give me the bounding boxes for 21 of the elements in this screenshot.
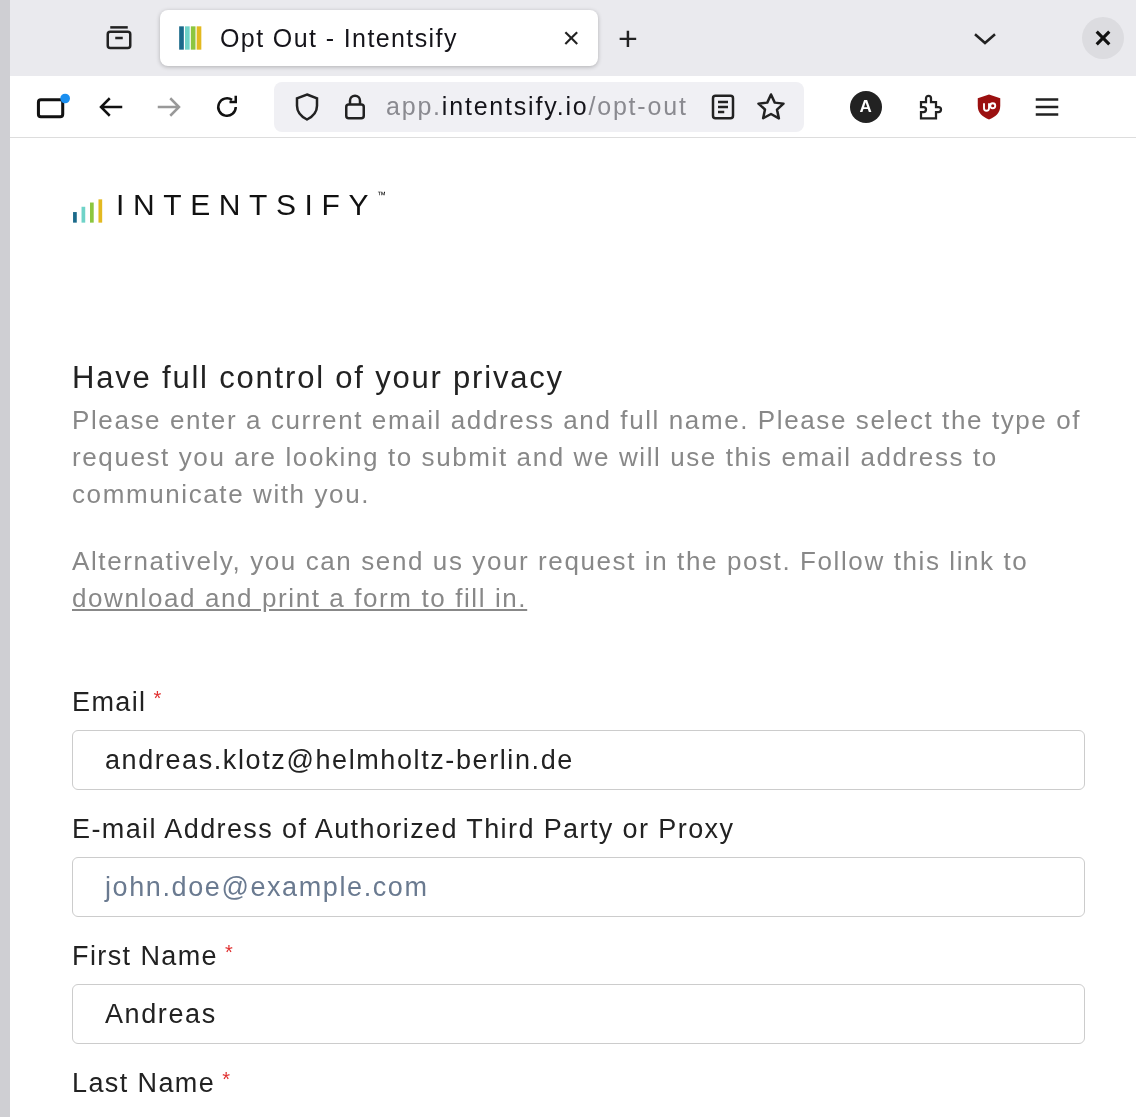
trademark-sign: ™ (377, 190, 386, 200)
download-form-link[interactable]: download and print a form to fill in. (72, 583, 528, 613)
browser-tab[interactable]: Opt Out - Intentsify × (160, 10, 598, 66)
alternative-paragraph: Alternatively, you can send us your request in the post. Follow this link to download and print a form to fill in. (72, 545, 1030, 615)
profile-avatar[interactable]: A (849, 90, 882, 123)
logo-text: INTENTSIFY (116, 188, 377, 222)
page-heading: Have full control of your privacy (72, 360, 565, 396)
input-field[interactable]: john.doe@example.com (72, 857, 1085, 917)
field-label: E-mail Address of Authorized Third Party or Proxy (72, 814, 736, 845)
tab-close-button[interactable]: × (562, 21, 580, 55)
field-label: First Name * (72, 941, 236, 972)
input-field[interactable]: Andreas (72, 984, 1085, 1044)
tab-title: Opt Out - Intentsify (220, 23, 459, 53)
url-text: app.intentsify.io/opt-out (386, 92, 688, 121)
field-label: Last Name * (72, 1068, 233, 1099)
close-icon[interactable] (1082, 17, 1124, 59)
address-bar[interactable]: app.intentsify.io/opt-out (274, 81, 804, 132)
new-tab-button[interactable]: + (618, 18, 638, 58)
intro-paragraph: Please enter a current email address and full name. Please select the type of request you are looking to submit and we will use this email address to communicate with you. (72, 404, 1083, 511)
input-field[interactable]: andreas.klotz@helmholtz-berlin.de (72, 730, 1085, 790)
field-label: Email * (72, 687, 164, 718)
